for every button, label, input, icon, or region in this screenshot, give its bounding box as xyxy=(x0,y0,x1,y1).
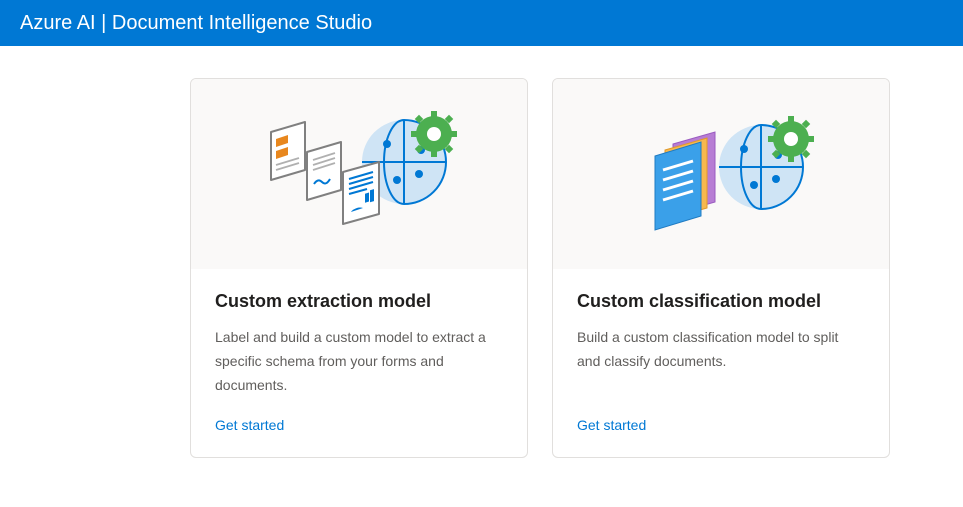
card-desc-classification: Build a custom classification model to s… xyxy=(577,326,865,397)
app-header: Azure AI | Document Intelligence Studio xyxy=(0,0,963,46)
card-title-classification: Custom classification model xyxy=(577,291,865,312)
card-custom-classification[interactable]: Custom classification model Build a cust… xyxy=(552,78,890,458)
stacked-docs-gear-icon xyxy=(611,92,831,257)
card-body-classification: Custom classification model Build a cust… xyxy=(553,269,889,457)
get-started-link-extraction[interactable]: Get started xyxy=(215,417,503,433)
card-body-extraction: Custom extraction model Label and build … xyxy=(191,269,527,457)
card-image-classification xyxy=(553,79,889,269)
card-title-extraction: Custom extraction model xyxy=(215,291,503,312)
app-title: Azure AI | Document Intelligence Studio xyxy=(20,12,372,35)
documents-gear-icon xyxy=(249,92,469,257)
card-desc-extraction: Label and build a custom model to extrac… xyxy=(215,326,503,397)
main-content: Custom extraction model Label and build … xyxy=(0,46,963,458)
card-custom-extraction[interactable]: Custom extraction model Label and build … xyxy=(190,78,528,458)
card-image-extraction xyxy=(191,79,527,269)
get-started-link-classification[interactable]: Get started xyxy=(577,417,865,433)
